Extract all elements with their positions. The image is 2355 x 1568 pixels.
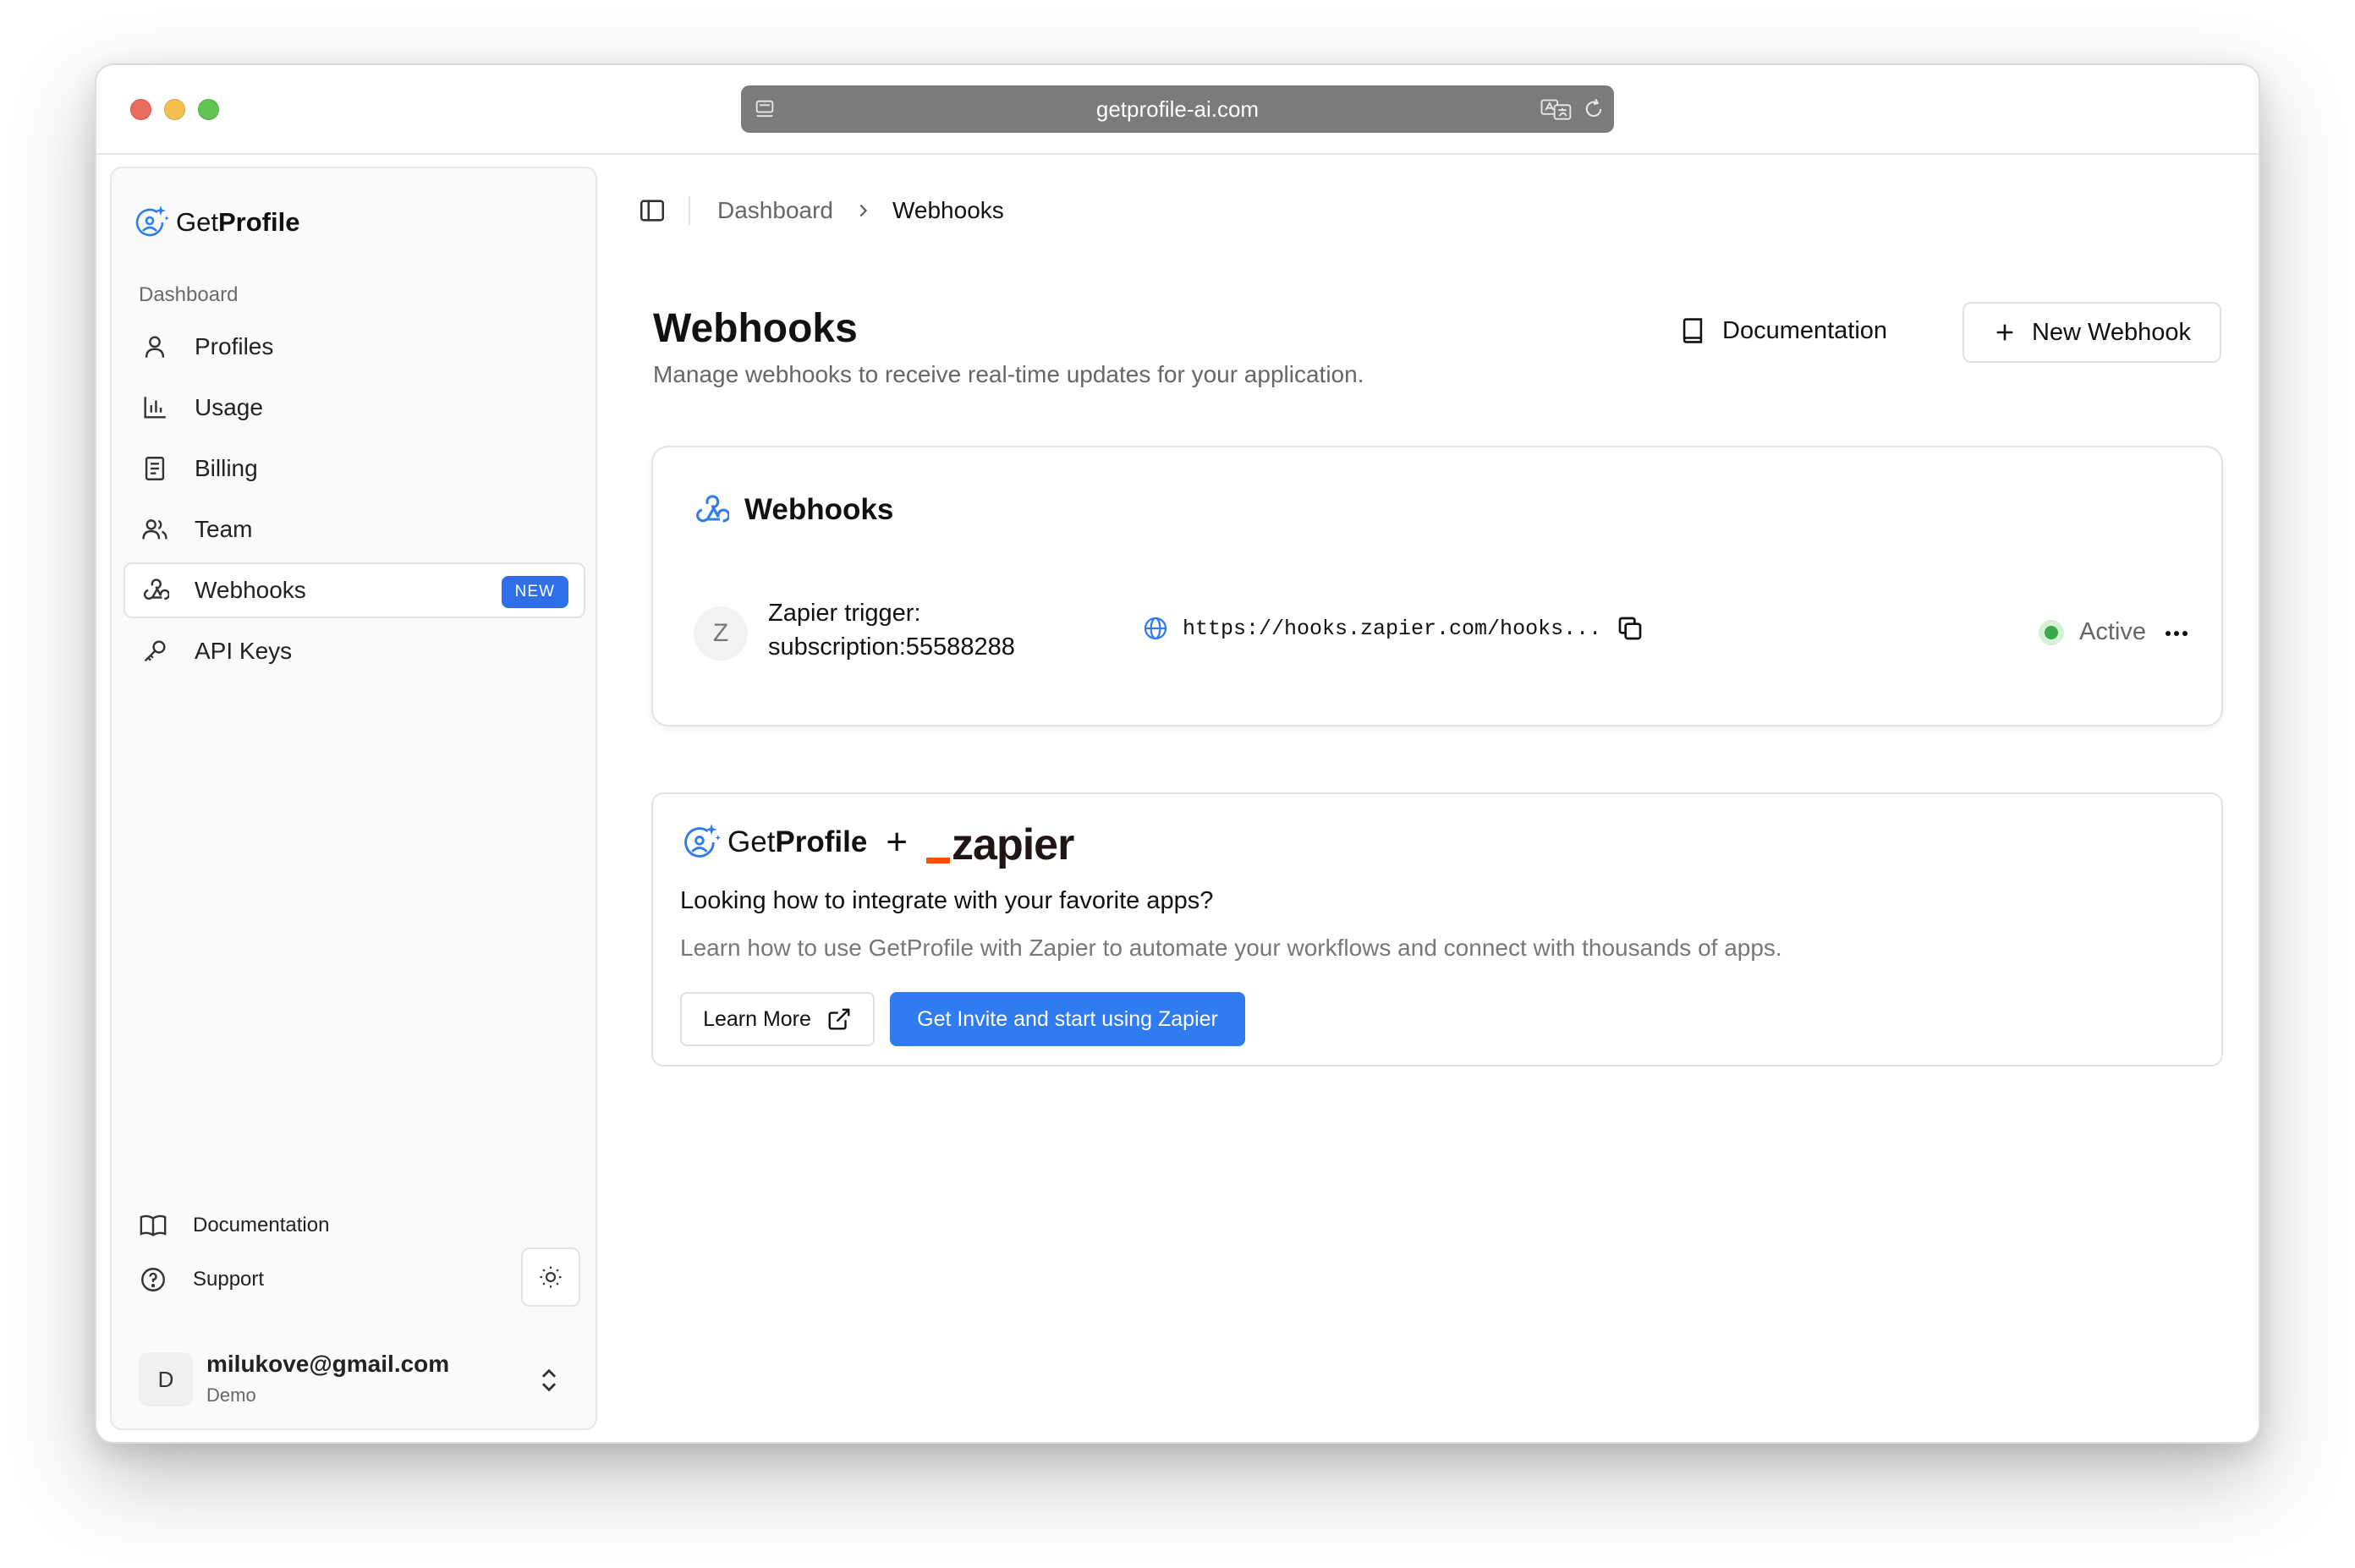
- book-open-icon: [140, 1214, 167, 1236]
- sidebar-documentation-link[interactable]: Documentation: [139, 1209, 329, 1242]
- documentation-link-label: Documentation: [193, 1214, 330, 1236]
- user-email: milukove@gmail.com: [206, 1351, 450, 1377]
- external-link-icon: [828, 1008, 850, 1030]
- sidebar-support-link[interactable]: Support: [139, 1263, 264, 1297]
- sidebar-item-profiles[interactable]: Profiles: [124, 319, 585, 375]
- sidebar-item-team[interactable]: Team: [124, 502, 585, 557]
- plus-icon: [1996, 324, 2013, 341]
- bar-chart-icon: [144, 397, 166, 419]
- brand-name-light: Get: [176, 207, 218, 237]
- url-text[interactable]: getprofile-ai.com: [741, 85, 1614, 133]
- getprofile-logo-icon: [684, 824, 721, 858]
- chevron-right-icon: [859, 204, 868, 217]
- new-webhook-button[interactable]: New Webhook: [1962, 302, 2221, 363]
- sidebar-section-label: Dashboard: [139, 283, 239, 306]
- book-icon: [1683, 318, 1703, 343]
- reload-icon[interactable]: [1582, 97, 1606, 121]
- sidebar-item-label: Team: [195, 516, 253, 542]
- integration-question: Looking how to integrate with your favor…: [680, 887, 1214, 914]
- webhooks-card-title: Webhooks: [744, 493, 894, 526]
- key-icon: [144, 640, 166, 662]
- globe-icon: [1144, 617, 1167, 640]
- sidebar-item-label: Billing: [195, 455, 258, 481]
- status-badge: Active: [2039, 618, 2146, 646]
- sidebar: Get Profile Dashboard Profiles Usage Bil…: [110, 167, 597, 1430]
- documentation-button-label: Documentation: [1722, 316, 1888, 344]
- sidebar-item-label: API Keys: [195, 638, 293, 664]
- copy-icon[interactable]: [1617, 615, 1644, 642]
- browser-window: getprofile-ai.com GetProfile Dashboard: [95, 63, 2260, 1444]
- status-dot: [2039, 619, 2064, 645]
- breadcrumb: Dashboard Webhooks: [638, 192, 1004, 229]
- maximize-window-button[interactable]: [198, 99, 219, 120]
- integration-description: Learn how to use GetProfile with Zapier …: [680, 935, 1782, 961]
- documentation-button[interactable]: Documentation: [1678, 312, 1887, 349]
- status-text: Active: [2079, 618, 2146, 645]
- learn-more-label: Learn More: [703, 1006, 811, 1031]
- page-subtitle: Manage webhooks to receive real-time upd…: [653, 361, 1364, 387]
- webhook-icon: [143, 578, 169, 600]
- zapier-wordmark: zapier: [952, 820, 1074, 869]
- zapier-logo-mark: [926, 858, 951, 863]
- sidebar-item-api-keys[interactable]: API Keys: [124, 623, 585, 679]
- sidebar-toggle-icon[interactable]: [638, 196, 667, 225]
- theme-toggle-button[interactable]: [521, 1247, 580, 1307]
- webhook-icon: [696, 495, 729, 523]
- page-title: Webhooks: [653, 306, 858, 351]
- integration-logos: Get Profile + zapier: [680, 816, 1074, 869]
- integration-brand-light: Get: [727, 825, 776, 858]
- sidebar-item-label: Usage: [195, 394, 263, 420]
- webhook-url-text: https://hooks.zapier.com/hooks...: [1183, 616, 1602, 641]
- close-window-button[interactable]: [130, 99, 151, 120]
- webhooks-card: Webhooks Z Zapier trigger: subscription:…: [651, 446, 2223, 726]
- help-circle-icon: [141, 1268, 165, 1291]
- zapier-logo: zapier: [926, 816, 1074, 869]
- breadcrumb-divider: [689, 196, 690, 225]
- webhook-name: Zapier trigger: subscription:55588288: [768, 600, 1015, 661]
- webhook-url: https://hooks.zapier.com/hooks...: [1142, 615, 1644, 642]
- user-menu[interactable]: D milukove@gmail.com Demo: [139, 1346, 570, 1413]
- more-horizontal-icon[interactable]: [2162, 625, 2191, 642]
- breadcrumb-current: Webhooks: [892, 197, 1004, 223]
- user-icon: [145, 336, 165, 358]
- receipt-icon: [145, 457, 165, 480]
- breadcrumb-dashboard-link[interactable]: Dashboard: [717, 197, 833, 224]
- getprofile-logo-icon: [135, 206, 169, 237]
- avatar: D: [139, 1352, 193, 1406]
- chevrons-up-down-icon: [541, 1368, 557, 1392]
- brand-name-bold: Profile: [217, 207, 300, 237]
- webhook-avatar: Z: [694, 606, 748, 661]
- sidebar-item-label: Webhooks: [195, 577, 306, 603]
- sidebar-item-webhooks[interactable]: Webhooks NEW: [124, 562, 585, 618]
- sidebar-nav: Profiles Usage Billing Team Webhooks NEW…: [124, 319, 585, 684]
- zapier-integration-card: Get Profile + zapier Looking how to integ…: [651, 792, 2223, 1066]
- sun-icon: [540, 1266, 562, 1288]
- table-row[interactable]: Z Zapier trigger: subscription:55588288 …: [694, 596, 2188, 672]
- translate-icon[interactable]: [1540, 97, 1573, 121]
- get-invite-label: Get Invite and start using Zapier: [917, 1006, 1218, 1031]
- webhooks-card-header: Webhooks: [692, 491, 893, 529]
- user-role: Demo: [206, 1384, 256, 1406]
- support-link-label: Support: [193, 1268, 265, 1291]
- users-icon: [142, 519, 167, 540]
- browser-titlebar: getprofile-ai.com: [96, 65, 2259, 155]
- integration-brand-bold: Profile: [775, 825, 868, 858]
- address-bar[interactable]: getprofile-ai.com: [741, 85, 1614, 133]
- plus-sign: +: [886, 821, 909, 863]
- new-badge: NEW: [501, 576, 568, 608]
- sidebar-item-label: Profiles: [195, 333, 274, 359]
- learn-more-button[interactable]: Learn More: [680, 992, 875, 1046]
- sidebar-item-billing[interactable]: Billing: [124, 441, 585, 496]
- get-invite-button[interactable]: Get Invite and start using Zapier: [890, 992, 1245, 1046]
- minimize-window-button[interactable]: [164, 99, 185, 120]
- new-webhook-label: New Webhook: [2031, 318, 2192, 346]
- brand-logo[interactable]: Get Profile: [132, 202, 299, 243]
- sidebar-item-usage[interactable]: Usage: [124, 380, 585, 436]
